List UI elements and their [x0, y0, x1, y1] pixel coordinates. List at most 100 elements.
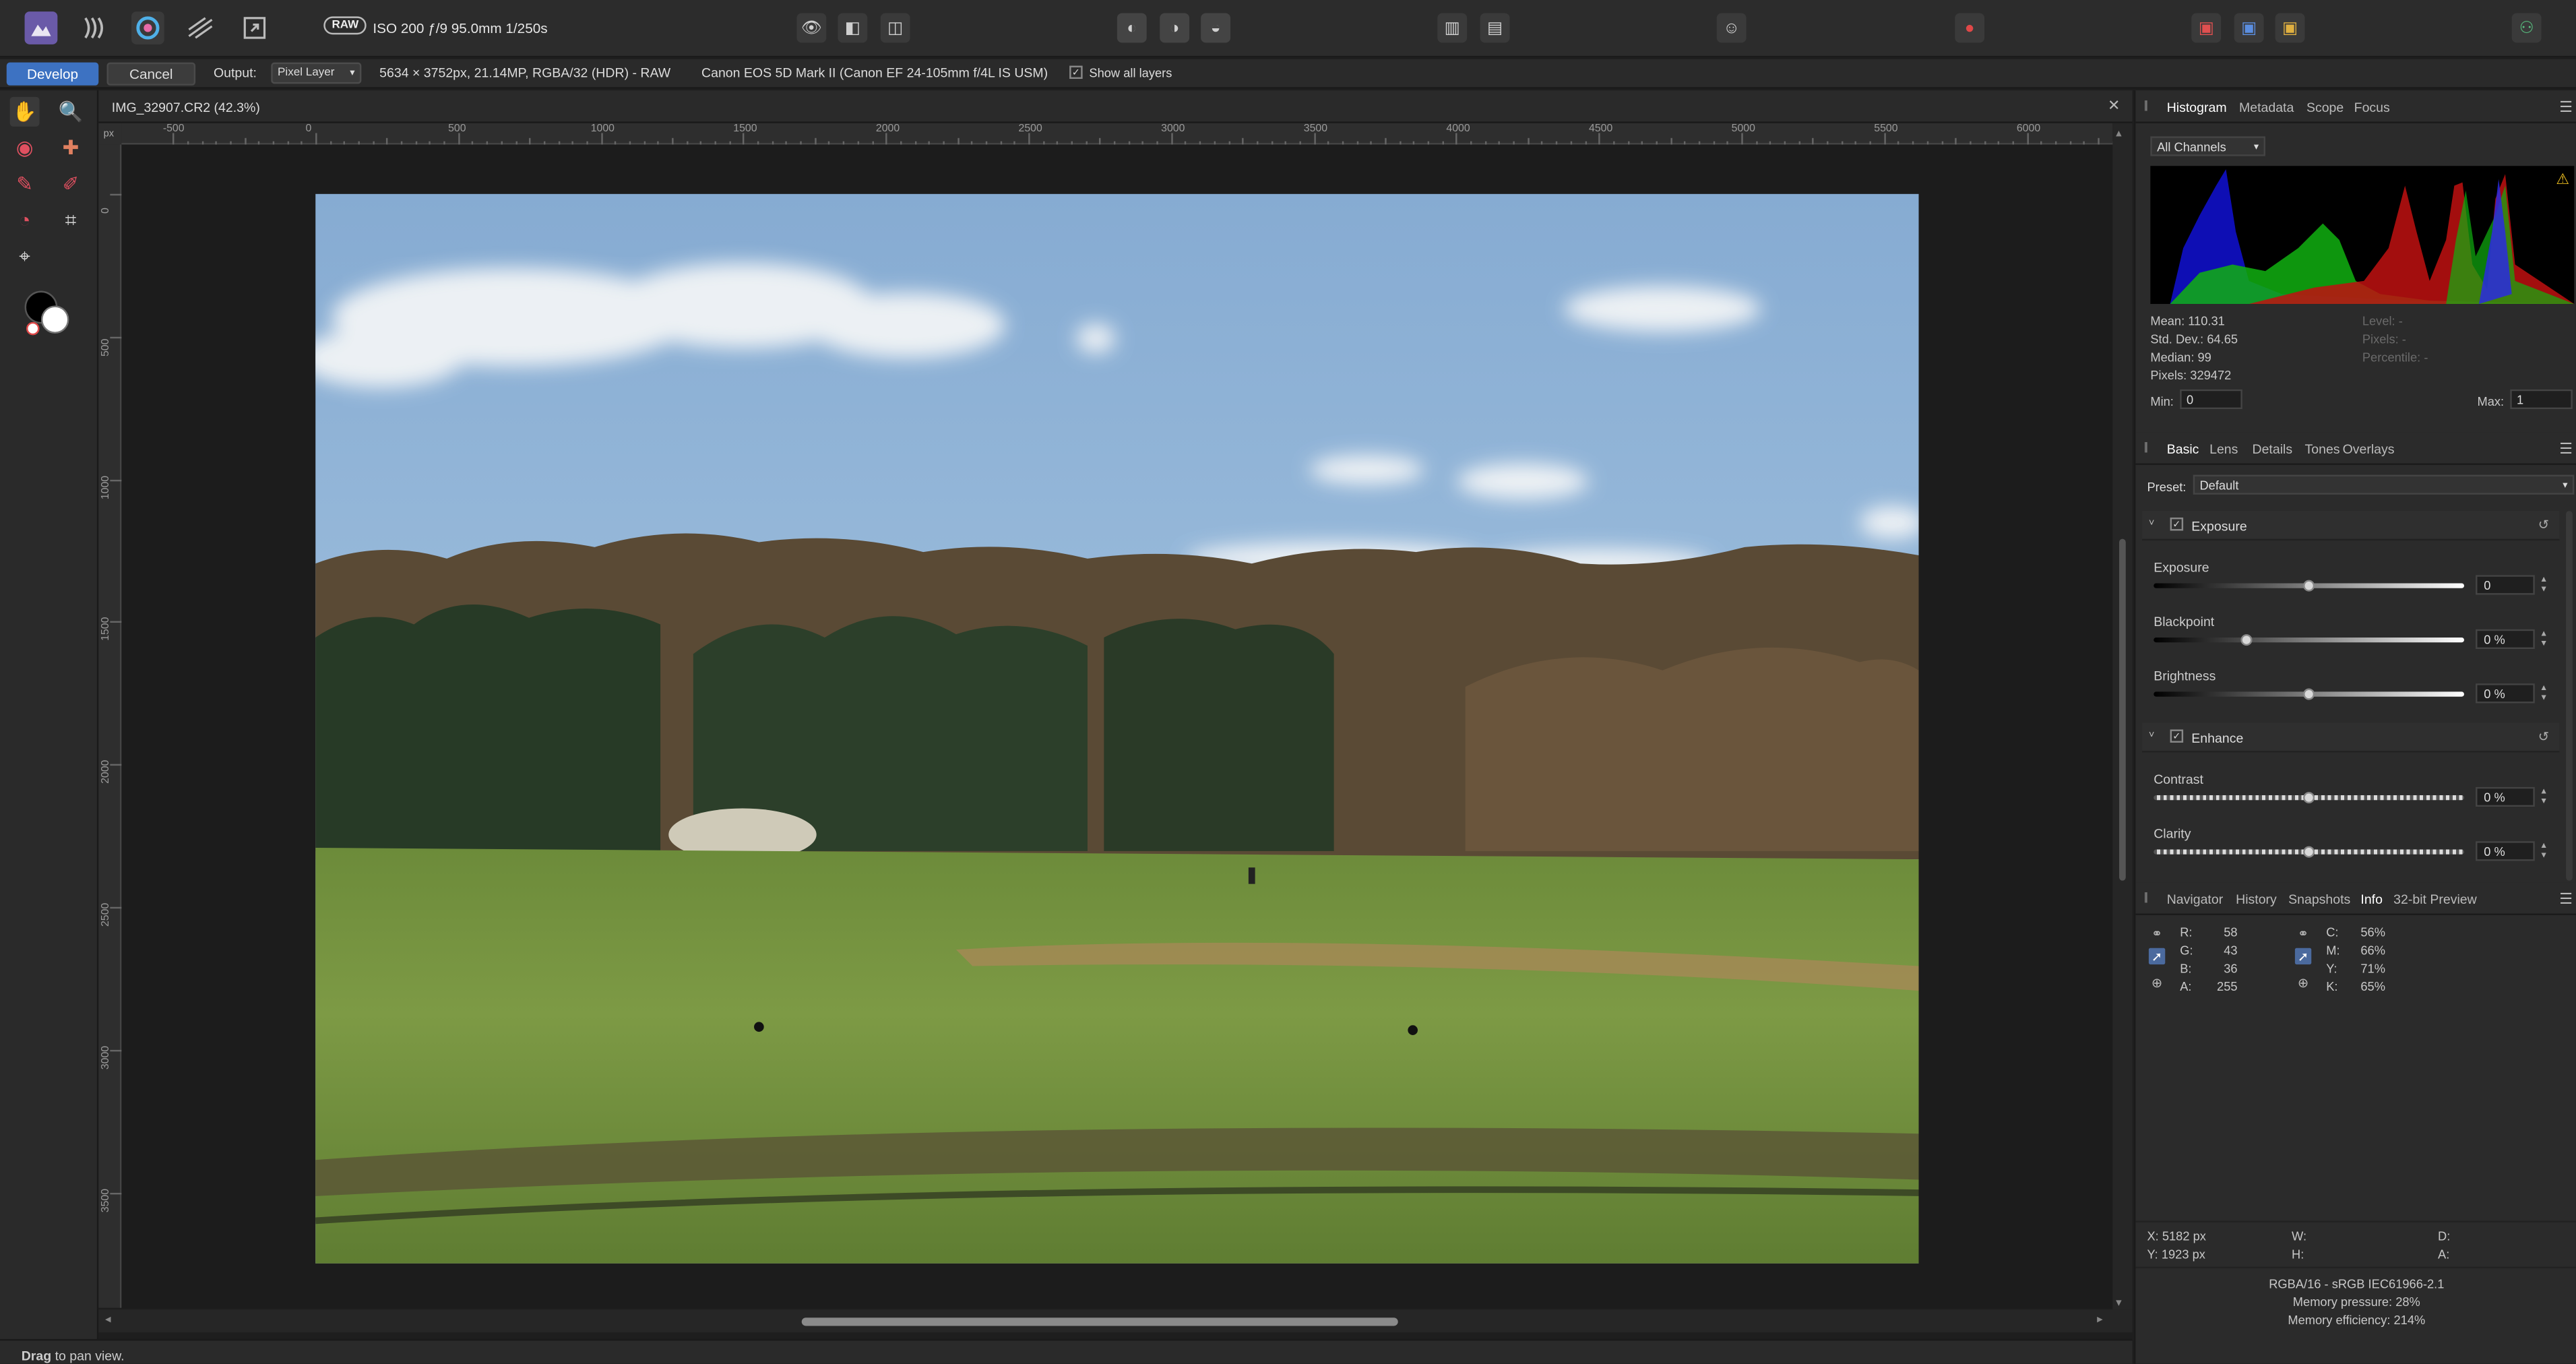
chevron-down-icon[interactable]: ˅ [2149, 731, 2155, 741]
arrange-left-icon[interactable]: ▣ [2191, 13, 2222, 43]
view-clipping-icon[interactable]: 👁 [796, 13, 827, 43]
exposure-section-header[interactable]: ˅ ✓ Exposure ↺ [2142, 511, 2560, 541]
pointer-icon[interactable]: ➚ [2294, 948, 2312, 965]
tab-snapshots[interactable]: Snapshots [2288, 892, 2350, 907]
tab-details[interactable]: Details [2252, 442, 2292, 457]
tab-basic[interactable]: Basic [2160, 433, 2205, 465]
photo-persona-icon[interactable] [24, 11, 58, 44]
scroll-down-icon[interactable]: ▾ [2116, 1297, 2122, 1309]
adjustments-scroll-area[interactable]: ˅ ✓ Exposure ↺ Exposure 0 ▲ ▼ Blackpoint … [2135, 504, 2576, 894]
cancel-button[interactable]: Cancel [106, 62, 196, 86]
tab-scope[interactable]: Scope [2306, 100, 2344, 115]
enhance-enable-checkbox[interactable]: ✓ [2170, 729, 2184, 743]
reset-icon[interactable]: ↺ [2538, 729, 2549, 744]
panel-grip-icon[interactable]: || [2144, 442, 2148, 454]
scroll-right-icon[interactable]: ▸ [2097, 1313, 2103, 1326]
contrast-knob[interactable] [2302, 792, 2314, 804]
exposure-enable-checkbox[interactable]: ✓ [2170, 517, 2184, 531]
spinner-icon[interactable]: ▲ ▼ [2540, 575, 2550, 594]
split-view-icon[interactable]: ◧ [838, 13, 868, 43]
blemish-tool-icon[interactable]: ✚ [56, 133, 86, 162]
reset-icon[interactable]: ↺ [2538, 518, 2549, 532]
crosshair-icon[interactable]: ⊕ [2295, 974, 2311, 991]
export-persona-icon[interactable] [239, 11, 272, 44]
liquify-persona-icon[interactable] [79, 11, 112, 44]
max-input[interactable]: 1 [2510, 389, 2573, 410]
color-mode-icon[interactable]: ⚭ [2295, 925, 2311, 941]
spinner-icon[interactable]: ▲ ▼ [2540, 841, 2550, 861]
tab-tones[interactable]: Tones [2305, 442, 2340, 457]
red-eye-tool-icon[interactable]: ◉ [10, 133, 40, 162]
white-balance-tool-icon[interactable]: ⌖ [10, 241, 40, 271]
photo-image[interactable] [315, 193, 1919, 1264]
overlay-paint-tool-icon[interactable]: ✎ [10, 169, 40, 199]
white-balance-picker-icon[interactable]: ▥ [1437, 13, 1468, 43]
arrange-center-icon[interactable]: ▣ [2234, 13, 2264, 43]
clip-tones-icon[interactable]: ◒ [1201, 13, 1231, 43]
panel-menu-icon[interactable]: ☰ [2559, 98, 2573, 117]
scroll-left-icon[interactable]: ◂ [105, 1313, 111, 1326]
tab-histogram[interactable]: Histogram [2160, 92, 2234, 123]
enhance-section-header[interactable]: ˅ ✓ Enhance ↺ [2142, 722, 2560, 753]
spinner-icon[interactable]: ▲ ▼ [2540, 629, 2550, 649]
overlay-erase-tool-icon[interactable]: ✐ [56, 169, 86, 199]
no-color-icon[interactable] [26, 321, 40, 336]
tab-info[interactable]: Info [2354, 884, 2390, 915]
exposure-value[interactable]: 0 [2476, 575, 2535, 595]
clip-shadows-icon[interactable]: ◑ [1160, 13, 1190, 43]
tone-mapping-persona-icon[interactable] [184, 11, 217, 44]
arrange-right-icon[interactable]: ▣ [2275, 13, 2305, 43]
clarity-value[interactable]: 0 % [2476, 841, 2535, 861]
panel-grip-icon[interactable]: || [2144, 100, 2148, 112]
spinner-icon[interactable]: ▲ ▼ [2540, 683, 2550, 703]
chevron-down-icon[interactable]: ˅ [2149, 519, 2155, 529]
tab-overlays[interactable]: Overlays [2343, 442, 2395, 457]
crosshair-icon[interactable]: ⊕ [2149, 974, 2165, 991]
document-tab[interactable]: IMG_32907.CR2 (42.3%) ✕ [98, 90, 2133, 123]
assistant-icon[interactable]: ☺ [1716, 13, 1747, 43]
overlay-gradient-tool-icon[interactable]: ◔ [10, 206, 40, 235]
adjustments-scrollbar[interactable] [2566, 511, 2573, 881]
close-icon[interactable]: ✕ [2108, 97, 2120, 115]
horizontal-scroll-thumb[interactable] [801, 1318, 1398, 1326]
contrast-value[interactable]: 0 % [2476, 786, 2535, 807]
blackpoint-value[interactable]: 0 % [2476, 629, 2535, 650]
secondary-color-swatch[interactable] [40, 305, 69, 334]
info-g: 43 [2224, 943, 2238, 958]
tab-focus[interactable]: Focus [2354, 100, 2390, 115]
pointer-icon[interactable]: ➚ [2148, 948, 2166, 965]
hand-tool-icon[interactable]: ✋ [9, 96, 40, 127]
exposure-knob[interactable] [2302, 580, 2314, 592]
panel-grip-icon[interactable]: || [2144, 892, 2148, 904]
develop-button[interactable]: Develop [6, 62, 99, 86]
clip-highlights-icon[interactable]: ◐ [1117, 13, 1147, 43]
snapping-icon[interactable]: ● [1955, 13, 1985, 43]
brightness-knob[interactable] [2302, 688, 2314, 700]
color-mode-icon[interactable]: ⚭ [2149, 925, 2165, 941]
tab-navigator[interactable]: Navigator [2167, 892, 2224, 907]
vertical-scroll-thumb[interactable] [2119, 538, 2126, 881]
panel-menu-icon[interactable]: ☰ [2559, 890, 2573, 908]
blackpoint-knob[interactable] [2240, 634, 2252, 646]
tab-metadata[interactable]: Metadata [2239, 100, 2294, 115]
spinner-icon[interactable]: ▲ ▼ [2540, 787, 2550, 807]
develop-persona-icon[interactable] [131, 11, 164, 44]
panel-menu-icon[interactable]: ☰ [2559, 440, 2573, 458]
account-icon[interactable]: ⚇ [2511, 13, 2542, 43]
zoom-tool-icon[interactable]: 🔍 [56, 97, 86, 127]
red-eye-icon[interactable]: ▤ [1480, 13, 1510, 43]
show-all-layers-checkbox[interactable]: ✓ [1069, 65, 1083, 80]
clarity-knob[interactable] [2302, 846, 2314, 858]
channel-select[interactable]: All Channels ▾ [2150, 136, 2266, 156]
preset-select[interactable]: Default ▾ [2193, 474, 2575, 495]
min-input[interactable]: 0 [2180, 389, 2242, 410]
scroll-up-icon[interactable]: ▴ [2116, 127, 2122, 140]
tab-history[interactable]: History [2236, 892, 2277, 907]
brightness-value[interactable]: 0 % [2476, 683, 2535, 704]
blackpoint-slider[interactable] [2154, 637, 2464, 643]
tab-32bit-preview[interactable]: 32-bit Preview [2393, 892, 2477, 907]
mirror-view-icon[interactable]: ◫ [880, 13, 910, 43]
tab-lens[interactable]: Lens [2209, 442, 2238, 457]
crop-tool-icon[interactable]: ⌗ [56, 206, 86, 235]
output-select[interactable]: Pixel Layer ▾ [271, 62, 362, 84]
